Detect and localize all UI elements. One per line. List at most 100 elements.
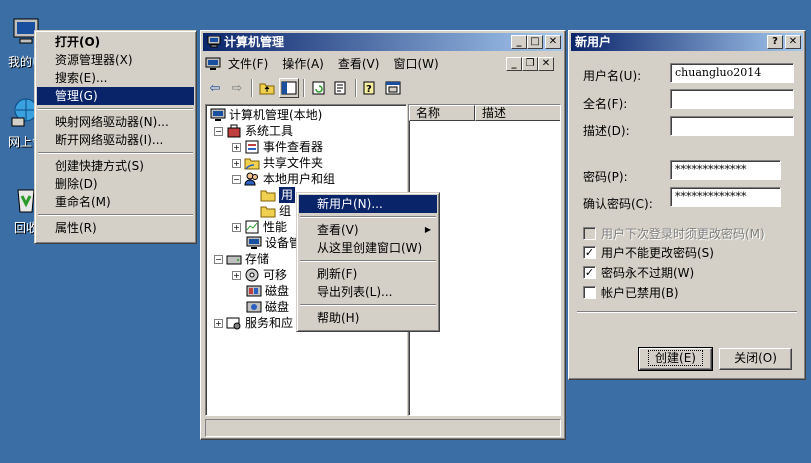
column-header-description[interactable]: 描述 <box>475 105 560 121</box>
mmc-titlebar[interactable]: 计算机管理 _ □ ✕ <box>203 33 563 51</box>
forward-arrow-icon[interactable]: ⇨ <box>227 78 247 98</box>
maximize-button[interactable]: □ <box>527 35 543 49</box>
menu-item-create-shortcut[interactable]: 创建快捷方式(S) <box>37 157 194 175</box>
confirm-password-label: 确认密码(C): <box>583 197 653 211</box>
computer-management-icon <box>207 36 221 48</box>
disk-management-icon <box>246 301 262 313</box>
child-restore-button[interactable]: ❐ <box>522 57 538 71</box>
expand-toggle[interactable]: + <box>232 142 241 152</box>
menu-item-help[interactable]: 帮助(H) <box>299 309 437 327</box>
performance-icon <box>245 220 259 234</box>
checkbox-box <box>583 286 596 299</box>
menu-item-disconnect-drive[interactable]: 断开网络驱动器(I)... <box>37 131 194 149</box>
tree-item-storage[interactable]: − 存储 <box>214 251 269 267</box>
menu-item-search[interactable]: 搜索(E)... <box>37 69 194 87</box>
create-button[interactable]: 创建(E) <box>638 347 713 371</box>
refresh-icon[interactable] <box>309 78 329 98</box>
close-dialog-button[interactable]: 关闭(O) <box>719 348 792 370</box>
menu-item-explorer[interactable]: 资源管理器(X) <box>37 51 194 69</box>
toolbox-icon <box>227 124 241 138</box>
menu-item-refresh[interactable]: 刷新(F) <box>299 265 437 283</box>
child-close-button[interactable]: ✕ <box>538 57 554 71</box>
confirm-password-field[interactable]: ************* <box>670 187 781 207</box>
menu-item-new-user[interactable]: 新用户(N)... <box>299 195 437 213</box>
storage-icon <box>226 255 242 265</box>
must-change-password-checkbox[interactable]: 用户下次登录时须更改密码(M) <box>583 225 765 242</box>
tree-item-system-tools[interactable]: − 系统工具 <box>214 123 293 139</box>
menu-item-manage[interactable]: 管理(G) <box>37 87 194 105</box>
shared-folder-icon <box>244 158 260 170</box>
collapse-toggle[interactable]: − <box>214 126 223 136</box>
tree-item-performance[interactable]: + 性能 <box>232 219 287 235</box>
close-button[interactable]: ✕ <box>545 35 561 49</box>
tree-item-services-apps[interactable]: + 服务和应 <box>214 315 293 331</box>
menu-item-export-list[interactable]: 导出列表(L)... <box>299 283 437 301</box>
up-folder-icon[interactable] <box>257 78 277 98</box>
username-field[interactable]: chuangluo2014 <box>670 63 794 83</box>
status-bar <box>205 419 561 437</box>
password-never-expires-checkbox[interactable]: ✓ 密码永不过期(W) <box>583 264 694 281</box>
password-field[interactable]: ************* <box>670 160 781 180</box>
dialog-close-button[interactable]: ✕ <box>785 35 801 49</box>
column-header-name[interactable]: 名称 <box>409 105 475 121</box>
properties-icon[interactable] <box>383 78 403 98</box>
users-context-menu: 新用户(N)... 查看(V) ▶ 从这里创建窗口(W) 刷新(F) 导出列表(L… <box>296 192 440 332</box>
menu-item-rename[interactable]: 重命名(M) <box>37 193 194 211</box>
description-field[interactable] <box>670 116 794 136</box>
device-manager-icon <box>246 236 262 249</box>
tree-item-event-viewer[interactable]: + 事件查看器 <box>232 139 323 155</box>
cannot-change-password-checkbox[interactable]: ✓ 用户不能更改密码(S) <box>583 244 714 261</box>
menu-window[interactable]: 窗口(W) <box>386 54 445 74</box>
menu-item-new-window[interactable]: 从这里创建窗口(W) <box>299 239 437 257</box>
help-icon[interactable]: ? <box>361 78 381 98</box>
tree-item-disk-defrag[interactable]: 磁盘 <box>246 283 289 299</box>
menu-separator <box>38 152 193 154</box>
export-list-icon[interactable] <box>331 78 351 98</box>
desktop-context-menu: 打开(O) 资源管理器(X) 搜索(E)... 管理(G) 映射网络驱动器(N)… <box>34 30 197 244</box>
collapse-toggle[interactable]: − <box>232 174 241 184</box>
tree-item-users[interactable]: 用 <box>260 187 296 203</box>
tree-item-disk-management[interactable]: 磁盘 <box>246 299 289 315</box>
menu-item-open[interactable]: 打开(O) <box>37 33 194 51</box>
tree-item-groups[interactable]: 组 <box>260 203 291 219</box>
tree-item-device-manager[interactable]: 设备管 <box>246 235 301 251</box>
menu-action[interactable]: 操作(A) <box>275 54 331 74</box>
menu-item-properties[interactable]: 属性(R) <box>37 219 194 237</box>
expand-toggle[interactable]: + <box>232 158 241 168</box>
back-arrow-icon[interactable]: ⇦ <box>205 78 225 98</box>
dialog-titlebar[interactable]: 新用户 ? ✕ <box>571 33 803 51</box>
fullname-field[interactable] <box>670 89 794 109</box>
menu-separator <box>300 260 436 262</box>
menu-item-delete[interactable]: 删除(D) <box>37 175 194 193</box>
folder-icon <box>260 206 276 218</box>
console-icon <box>205 57 221 70</box>
tree-item-removable-storage[interactable]: + 可移 <box>232 267 287 283</box>
removable-storage-icon <box>245 268 259 282</box>
description-label: 描述(D): <box>583 124 630 138</box>
dialog-title: 新用户 <box>575 35 612 49</box>
services-icon <box>226 317 241 330</box>
tree-item-shared-folders[interactable]: + 共享文件夹 <box>232 155 323 171</box>
username-label: 用户名(U): <box>583 69 642 83</box>
menu-file[interactable]: 文件(F) <box>221 54 275 74</box>
collapse-toggle[interactable]: − <box>214 254 223 264</box>
submenu-arrow-icon: ▶ <box>424 225 431 234</box>
checkmark-icon: ✓ <box>583 266 596 279</box>
account-disabled-checkbox[interactable]: 帐户已禁用(B) <box>583 284 679 301</box>
menu-separator <box>38 214 193 216</box>
event-viewer-icon <box>245 140 259 154</box>
tree-item-local-users-groups[interactable]: − 本地用户和组 <box>232 171 335 187</box>
minimize-button[interactable]: _ <box>511 35 527 49</box>
mmc-menubar: 文件(F) 操作(A) 查看(V) 窗口(W) <box>205 53 446 75</box>
child-minimize-button[interactable]: _ <box>506 57 522 71</box>
help-button[interactable]: ? <box>767 35 783 49</box>
expand-toggle[interactable]: + <box>232 270 241 280</box>
tree-item-root[interactable]: 计算机管理(本地) <box>210 107 322 123</box>
expand-toggle[interactable]: + <box>232 222 241 232</box>
menu-item-map-drive[interactable]: 映射网络驱动器(N)... <box>37 113 194 131</box>
menu-view[interactable]: 查看(V) <box>331 54 387 74</box>
expand-toggle[interactable]: + <box>214 318 223 328</box>
checkbox-box <box>583 227 596 240</box>
menu-item-view[interactable]: 查看(V) ▶ <box>299 221 437 239</box>
show-hide-tree-icon[interactable] <box>279 78 299 98</box>
